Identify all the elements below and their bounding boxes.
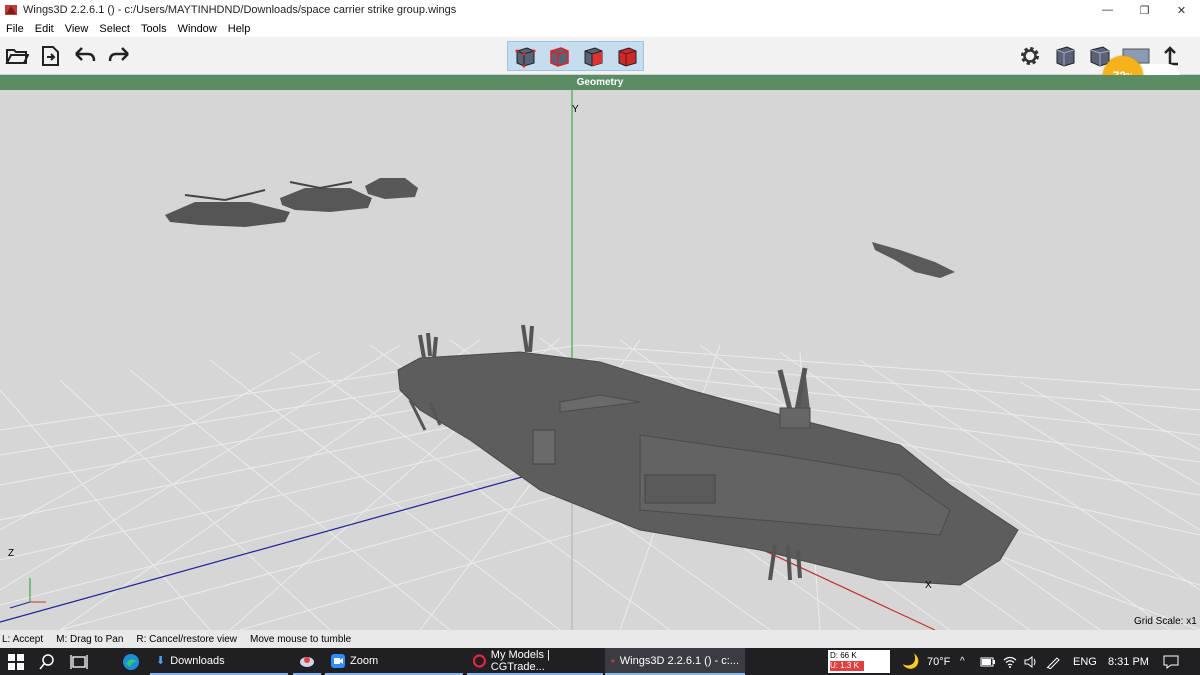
taskbar-app-downloads-label: Downloads (170, 654, 225, 667)
language-indicator[interactable]: ENG (1073, 648, 1097, 675)
ortho-view-icon[interactable] (1052, 43, 1078, 69)
window-title: Wings3D 2.2.6.1 () - c:/Users/MAYTINHDND… (23, 4, 457, 16)
z-axis-label: Z (8, 548, 15, 559)
wings-icon (611, 659, 615, 662)
viewport-scene (0, 90, 1200, 630)
taskbar-app-zoom[interactable]: Zoom (325, 648, 463, 675)
menu-file[interactable]: File (6, 23, 24, 35)
gear-icon[interactable] (1017, 43, 1043, 69)
notification-icon[interactable] (1163, 648, 1179, 675)
start-icon[interactable] (8, 648, 24, 675)
status-hint-right: R: Cancel/restore view (136, 633, 237, 645)
status-hint-left: L: Accept (2, 633, 44, 645)
clock-time[interactable]: 8:31 PM (1108, 648, 1149, 675)
task-view-icon[interactable] (70, 648, 88, 675)
title-bar: Wings3D 2.2.6.1 () - c:/Users/MAYTINHDND… (0, 0, 1200, 20)
menu-bar: File Edit View Select Tools Window Help (0, 20, 1200, 37)
x-axis-label: X (925, 580, 932, 591)
taskbar-app-downloads[interactable]: ⬇ Downloads (150, 648, 288, 675)
status-bar: L: Accept M: Drag to Pan R: Cancel/resto… (0, 630, 1200, 648)
tray-chevron-icon[interactable]: ^ (960, 648, 965, 675)
minimize-button[interactable]: — (1089, 0, 1126, 20)
taskbar-app-unknown[interactable] (293, 648, 321, 675)
face-mode-icon[interactable] (580, 43, 606, 69)
search-icon[interactable] (39, 648, 55, 675)
menu-window[interactable]: Window (178, 23, 217, 35)
network-monitor-widget[interactable]: D: 66 K U: 1.3 K (828, 650, 890, 673)
status-hint-move: Move mouse to tumble (250, 633, 352, 645)
3d-viewport[interactable]: Y X Z Grid Scale: x1 (0, 90, 1200, 630)
net-download: D: 66 K (830, 651, 857, 660)
volume-icon[interactable] (1024, 648, 1038, 675)
save-icon[interactable] (37, 43, 63, 69)
close-button[interactable]: ✕ (1163, 0, 1200, 20)
wifi-icon[interactable] (1003, 648, 1017, 675)
y-axis-label: Y (572, 104, 579, 115)
taskbar-app-opera[interactable]: My Models | CGTrade... (467, 648, 603, 675)
taskbar-app-zoom-label: Zoom (350, 654, 379, 667)
zoom-icon (331, 653, 345, 668)
toolbar (0, 37, 1200, 75)
wings3d-app-icon (5, 5, 17, 15)
windows-taskbar: ⬇ Downloads Zoom My Models | CGTrade... … (0, 648, 1200, 675)
taskbar-app-opera-label: My Models | CGTrade... (490, 648, 550, 673)
menu-select[interactable]: Select (99, 23, 130, 35)
selection-mode-group (507, 41, 644, 71)
edge-browser-icon[interactable] (122, 648, 140, 675)
menu-tools[interactable]: Tools (141, 23, 167, 35)
app-icon (300, 656, 314, 667)
status-hint-middle: M: Drag to Pan (56, 633, 124, 645)
download-arrow-icon: ⬇ (156, 655, 166, 667)
open-folder-icon[interactable] (4, 43, 30, 69)
weather-moon-icon[interactable]: 🌙 (902, 648, 919, 675)
net-upload: U: 1.3 K (830, 661, 864, 671)
edge-mode-icon[interactable] (546, 43, 572, 69)
grid-scale-label: Grid Scale: x1 (1134, 616, 1197, 627)
taskbar-app-wings3d-label: Wings3D 2.2.6.1 () - c:... (619, 654, 739, 667)
menu-help[interactable]: Help (228, 23, 251, 35)
pen-icon[interactable] (1046, 648, 1060, 675)
battery-icon[interactable] (980, 648, 996, 675)
taskbar-app-wings3d[interactable]: Wings3D 2.2.6.1 () - c:... (605, 648, 745, 675)
vertex-mode-icon[interactable] (512, 43, 538, 69)
menu-edit[interactable]: Edit (35, 23, 54, 35)
maximize-button[interactable]: ❐ (1126, 0, 1163, 20)
menu-view[interactable]: View (65, 23, 89, 35)
geometry-header: Geometry (0, 75, 1200, 90)
body-mode-icon[interactable] (614, 43, 640, 69)
undo-icon[interactable] (72, 43, 98, 69)
opera-icon (473, 653, 486, 668)
redo-icon[interactable] (106, 43, 132, 69)
weather-temp[interactable]: 70°F (927, 648, 950, 675)
